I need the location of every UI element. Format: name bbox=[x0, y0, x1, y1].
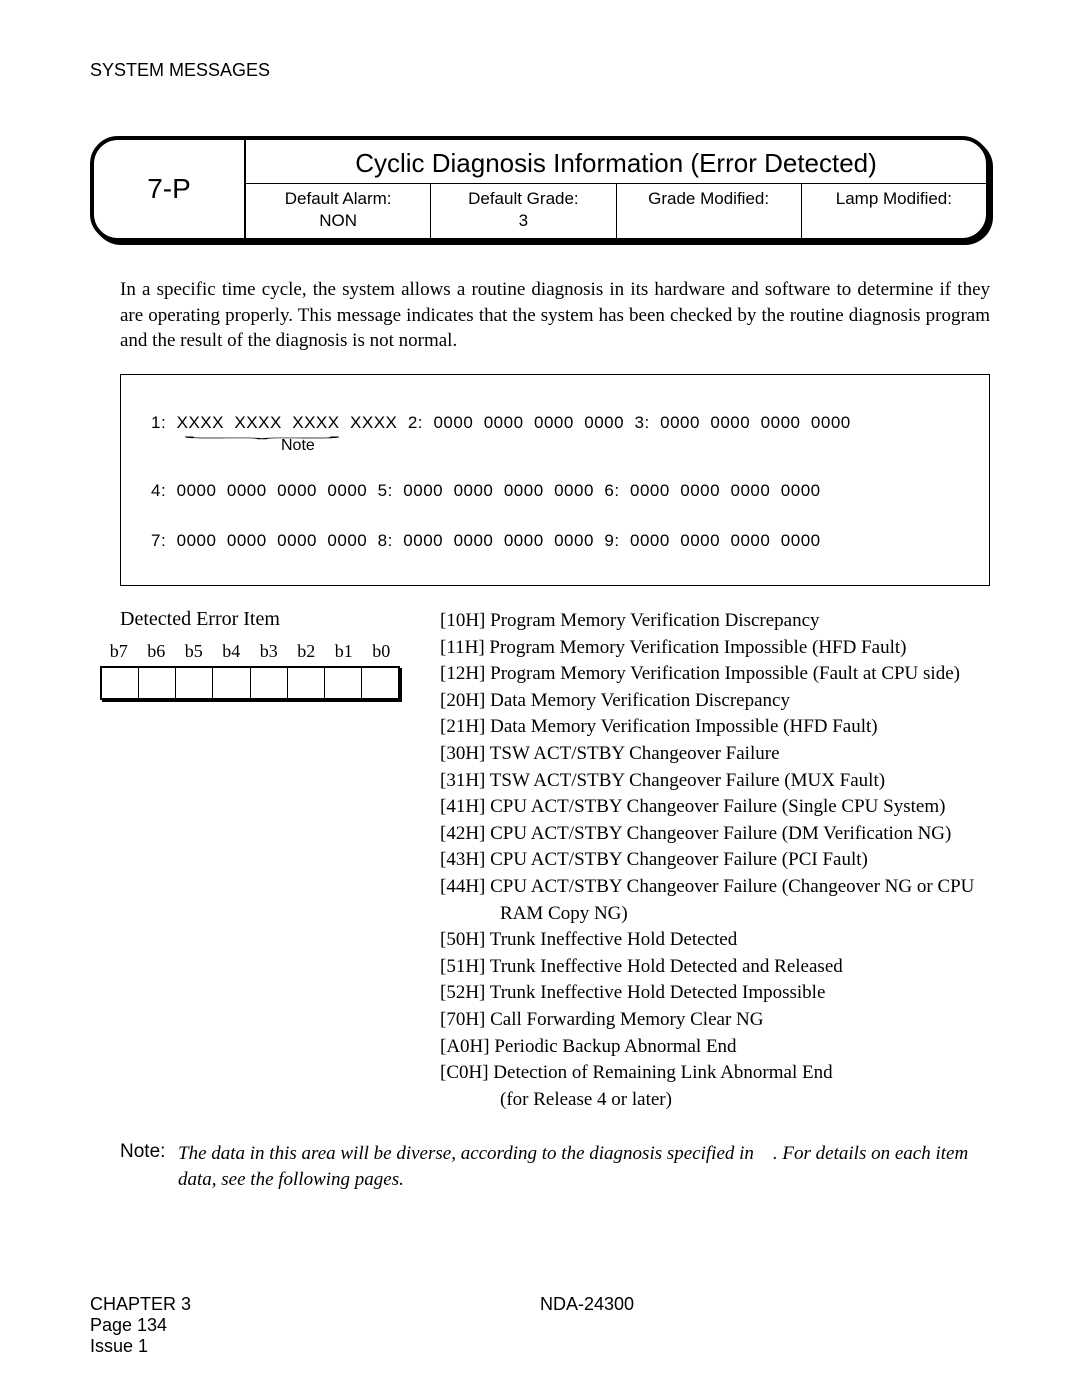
meta-value: 3 bbox=[519, 211, 528, 230]
bit-cell bbox=[362, 668, 398, 698]
message-title: Cyclic Diagnosis Information (Error Dete… bbox=[246, 140, 986, 184]
error-codes-list: [10H] Program Memory Verification Discre… bbox=[440, 608, 974, 1113]
data-line-3: 7: 0000 0000 0000 0000 8: 0000 0000 0000… bbox=[151, 531, 959, 551]
message-header: 7-P Cyclic Diagnosis Information (Error … bbox=[90, 136, 990, 242]
bit-cell bbox=[288, 668, 325, 698]
bit-cell bbox=[102, 668, 139, 698]
header-frame: 7-P Cyclic Diagnosis Information (Error … bbox=[90, 136, 990, 242]
dei-title: Detected Error Item bbox=[120, 608, 400, 631]
footer-page: Page 134 bbox=[90, 1315, 540, 1336]
data-line-1: 1: XXXX XXXX XXXX XXXX 2: 0000 0000 0000… bbox=[151, 413, 959, 433]
footer-left: CHAPTER 3 Page 134 Issue 1 bbox=[90, 1294, 540, 1357]
bit-header-row: b7 b6 b5 b4 b3 b2 b1 b0 bbox=[100, 641, 400, 662]
header-meta-row: Default Alarm: NON Default Grade: 3 Grad… bbox=[246, 184, 986, 238]
intro-paragraph: In a specific time cycle, the system all… bbox=[120, 277, 990, 354]
header-row: 7-P Cyclic Diagnosis Information (Error … bbox=[94, 140, 986, 238]
meta-label: Default Grade: bbox=[468, 189, 579, 208]
bit-label: b7 bbox=[100, 641, 138, 662]
page-footer: CHAPTER 3 Page 134 Issue 1 NDA-24300 bbox=[90, 1294, 990, 1357]
bit-label: b3 bbox=[250, 641, 288, 662]
footnote-body: The data in this area will be diverse, a… bbox=[178, 1141, 990, 1192]
error-code: [21H] Data Memory Verification Impossibl… bbox=[440, 714, 974, 741]
footnote-label: Note: bbox=[120, 1141, 178, 1192]
error-code: [52H] Trunk Ineffective Hold Detected Im… bbox=[440, 980, 974, 1007]
footer-doc: NDA-24300 bbox=[540, 1294, 634, 1357]
bit-label: b0 bbox=[363, 641, 401, 662]
page: SYSTEM MESSAGES 7-P Cyclic Diagnosis Inf… bbox=[0, 0, 1080, 1397]
meta-default-alarm: Default Alarm: NON bbox=[246, 184, 430, 238]
bit-label: b4 bbox=[213, 641, 251, 662]
lower-section: Detected Error Item b7 b6 b5 b4 b3 b2 b1… bbox=[100, 608, 990, 1113]
bit-label: b5 bbox=[175, 641, 213, 662]
error-code: [50H] Trunk Ineffective Hold Detected bbox=[440, 927, 974, 954]
detected-error-item: Detected Error Item b7 b6 b5 b4 b3 b2 b1… bbox=[100, 608, 400, 1113]
error-code: [C0H] Detection of Remaining Link Abnorm… bbox=[440, 1060, 974, 1087]
error-code: [20H] Data Memory Verification Discrepan… bbox=[440, 688, 974, 715]
error-code: [12H] Program Memory Verification Imposs… bbox=[440, 661, 974, 688]
error-code: [42H] CPU ACT/STBY Changeover Failure (D… bbox=[440, 821, 974, 848]
header-right: Cyclic Diagnosis Information (Error Dete… bbox=[246, 140, 986, 238]
error-code: [70H] Call Forwarding Memory Clear NG bbox=[440, 1007, 974, 1034]
error-code: [43H] CPU ACT/STBY Changeover Failure (P… bbox=[440, 847, 974, 874]
error-code: [10H] Program Memory Verification Discre… bbox=[440, 608, 974, 635]
meta-grade-modified: Grade Modified: bbox=[616, 184, 801, 238]
bit-cell bbox=[325, 668, 362, 698]
bit-cell bbox=[251, 668, 288, 698]
meta-label: Lamp Modified: bbox=[836, 189, 952, 208]
bit-label: b1 bbox=[325, 641, 363, 662]
footer-chapter: CHAPTER 3 bbox=[90, 1294, 540, 1315]
bit-cell bbox=[139, 668, 176, 698]
running-head: SYSTEM MESSAGES bbox=[90, 60, 990, 81]
error-code: [A0H] Periodic Backup Abnormal End bbox=[440, 1034, 974, 1061]
footer-issue: Issue 1 bbox=[90, 1336, 540, 1357]
error-code-cont: (for Release 4 or later) bbox=[440, 1087, 974, 1114]
error-code: [11H] Program Memory Verification Imposs… bbox=[440, 635, 974, 662]
meta-default-grade: Default Grade: 3 bbox=[430, 184, 615, 238]
error-code: [31H] TSW ACT/STBY Changeover Failure (M… bbox=[440, 768, 974, 795]
bit-cell bbox=[176, 668, 213, 698]
bit-label: b6 bbox=[138, 641, 176, 662]
data-line-2: 4: 0000 0000 0000 0000 5: 0000 0000 0000… bbox=[151, 481, 959, 501]
error-code: [51H] Trunk Ineffective Hold Detected an… bbox=[440, 954, 974, 981]
meta-lamp-modified: Lamp Modified: bbox=[801, 184, 986, 238]
bit-cell bbox=[213, 668, 250, 698]
meta-value: NON bbox=[319, 211, 357, 230]
footnote: Note: The data in this area will be dive… bbox=[120, 1141, 990, 1192]
meta-label: Grade Modified: bbox=[648, 189, 769, 208]
error-code: [41H] CPU ACT/STBY Changeover Failure (S… bbox=[440, 794, 974, 821]
bit-table bbox=[100, 666, 400, 700]
meta-label: Default Alarm: bbox=[285, 189, 392, 208]
underbrace-icon: ︸ bbox=[181, 437, 343, 448]
error-code-cont: RAM Copy NG) bbox=[440, 901, 974, 928]
error-code: [30H] TSW ACT/STBY Changeover Failure bbox=[440, 741, 974, 768]
error-code: [44H] CPU ACT/STBY Changeover Failure (C… bbox=[440, 874, 974, 901]
note-under-brace: Note bbox=[281, 437, 959, 455]
message-code: 7-P bbox=[94, 140, 246, 238]
hex-data-box: 1: XXXX XXXX XXXX XXXX 2: 0000 0000 0000… bbox=[120, 374, 990, 586]
bit-label: b2 bbox=[288, 641, 326, 662]
